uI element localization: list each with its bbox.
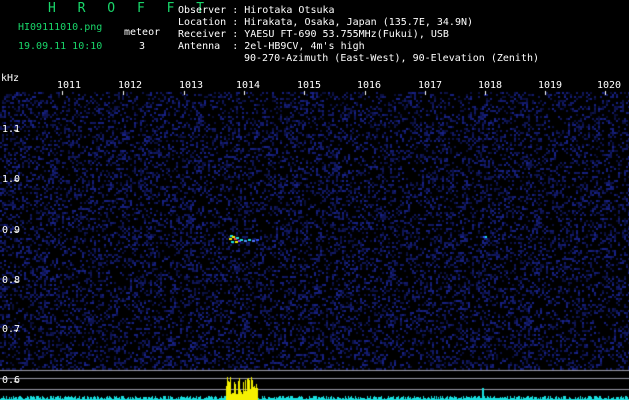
timestamp-label: 19.09.11 10:10 xyxy=(18,41,103,52)
info-receiver-value: YAESU FT-690 53.755MHz(Fukui), USB xyxy=(244,29,449,40)
y-tick-label: 0.9 xyxy=(2,225,21,236)
y-tick-label: 1.0 xyxy=(2,174,21,185)
x-tick-label: 1020 xyxy=(597,80,622,91)
filename-label: HI09111010.png xyxy=(18,22,103,33)
info-antenna-line2: 90-270-Azimuth (East-West), 90-Elevation… xyxy=(244,53,540,64)
y-unit-label: kHz xyxy=(1,73,20,84)
y-tick-label: 0.6 xyxy=(2,375,21,386)
y-tick-label: 0.7 xyxy=(2,324,21,335)
x-tick-label: 1017 xyxy=(418,80,443,91)
y-tick-label: 1.1 xyxy=(2,124,21,135)
x-tick-label: 1018 xyxy=(478,80,503,91)
info-antenna: Antenna : 2el-HB9CV, 4m's high xyxy=(178,41,365,52)
x-tick-label: 1015 xyxy=(297,80,322,91)
info-location-key: Location xyxy=(178,17,227,28)
x-tick-label: 1014 xyxy=(236,80,261,91)
info-observer: Observer : Hirotaka Otsuka xyxy=(178,5,335,16)
info-antenna-key: Antenna xyxy=(178,41,227,52)
info-observer-value: Hirotaka Otsuka xyxy=(244,5,335,16)
meteor-count: 3 xyxy=(139,41,146,52)
info-receiver-key: Receiver xyxy=(178,29,227,40)
x-tick-label: 1019 xyxy=(538,80,563,91)
x-tick-label: 1016 xyxy=(357,80,382,91)
meteor-label: meteor xyxy=(124,27,161,38)
info-antenna-value: 2el-HB9CV, 4m's high xyxy=(244,41,365,52)
info-receiver: Receiver : YAESU FT-690 53.755MHz(Fukui)… xyxy=(178,29,449,40)
info-observer-key: Observer xyxy=(178,5,227,16)
header-panel: H R O F F T HI09111010.png 19.09.11 10:1… xyxy=(0,0,629,78)
x-tick-label: 1013 xyxy=(179,80,204,91)
x-tick-label: 1012 xyxy=(118,80,143,91)
info-location-value: Hirakata, Osaka, Japan (135.7E, 34.9N) xyxy=(244,17,474,28)
info-location: Location : Hirakata, Osaka, Japan (135.7… xyxy=(178,17,474,28)
spectrogram-canvas xyxy=(0,78,629,400)
y-tick-label: 0.8 xyxy=(2,275,21,286)
x-tick-label: 1011 xyxy=(57,80,82,91)
